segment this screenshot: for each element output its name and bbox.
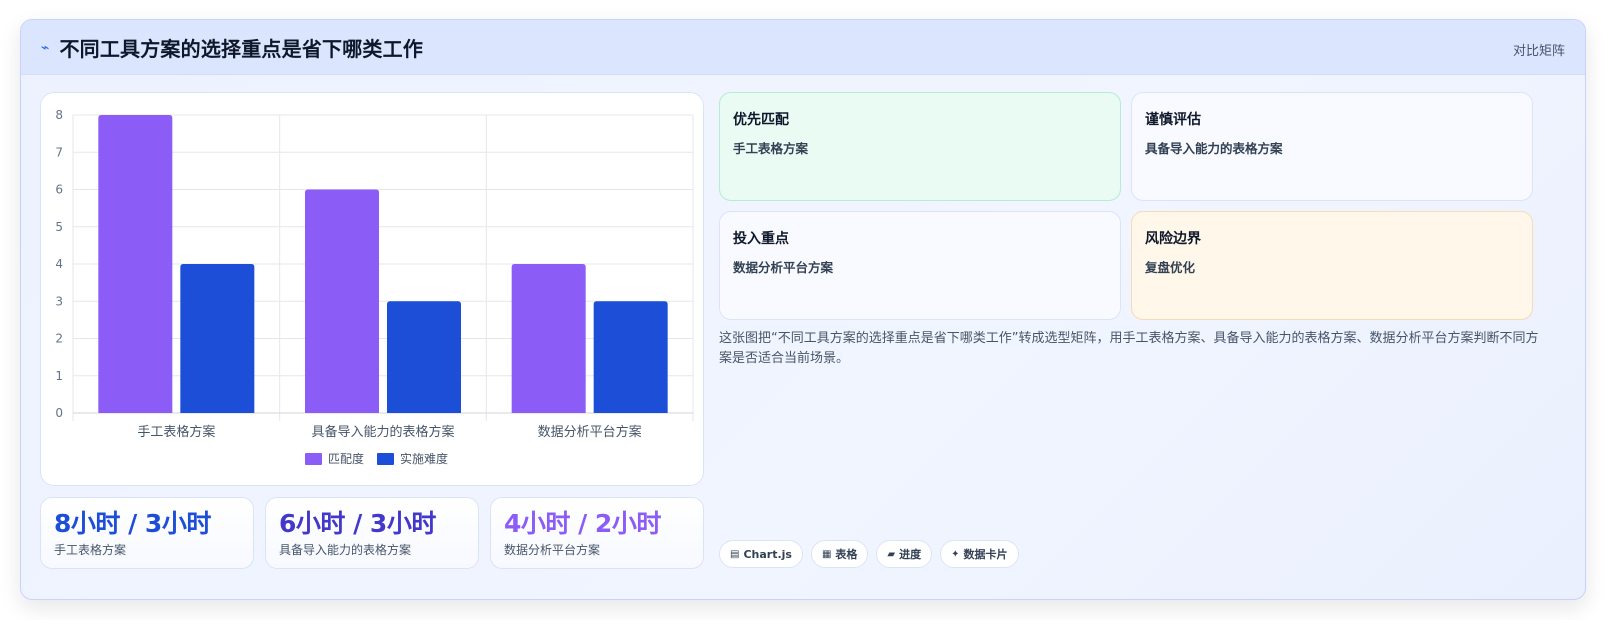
bar <box>305 189 379 413</box>
tag-progress[interactable]: ▰ 进度 <box>876 540 933 568</box>
table-icon: ▦ <box>821 548 832 560</box>
matrix-card-value: 数据分析平台方案 <box>733 260 834 275</box>
bar-chart: 0 1 2 3 4 5 6 7 8 手工表格方案 具备导入能力的表格方案 数据分析平台方案匹配度 实施难… <box>55 108 694 466</box>
panel-header: ⌁ 不同工具方案的选择重点是省下哪类工作 对比矩阵 <box>21 20 1585 75</box>
matrix-card-value: 具备导入能力的表格方案 <box>1145 141 1283 156</box>
tag-chartjs[interactable]: ▤ Chart.js <box>719 540 803 568</box>
matrix-card-caution: 谨慎评估 具备导入能力的表格方案 <box>1131 92 1533 201</box>
tag-label: 数据卡片 <box>963 548 1008 561</box>
bar <box>180 264 255 413</box>
progress-icon: ▰ <box>887 548 896 560</box>
trend-icon: ⌁ <box>41 40 50 56</box>
legend-swatch <box>305 453 322 465</box>
chart-description: 这张图把“不同工具方案的选择重点是省下哪类工作”转成选型矩阵，用手工表格方案、具… <box>719 331 1539 366</box>
matrix-card-value: 复盘优化 <box>1145 260 1196 275</box>
stat-card-manual: 8小时 / 3小时 手工表格方案 <box>40 497 254 569</box>
tag-data-cards[interactable]: ✦ 数据卡片 <box>940 540 1019 568</box>
y-tick-label: 1 <box>55 369 63 383</box>
bar <box>511 264 586 413</box>
stat-value: 8小时 / 3小时 <box>54 509 211 538</box>
page-title: 不同工具方案的选择重点是省下哪类工作 <box>59 36 424 61</box>
matrix-card-title: 优先匹配 <box>733 112 789 128</box>
y-tick-label: 5 <box>55 220 63 234</box>
matrix-card-title: 谨慎评估 <box>1145 112 1201 128</box>
stat-value: 4小时 / 2小时 <box>504 509 661 538</box>
tag-label: 进度 <box>899 548 922 561</box>
main-panel: ⌁ 不同工具方案的选择重点是省下哪类工作 对比矩阵 0 1 2 3 4 5 6 7 8 手工表格方… <box>20 19 1586 600</box>
stat-label: 数据分析平台方案 <box>504 543 601 557</box>
stat-card-platform: 4小时 / 2小时 数据分析平台方案 <box>490 497 704 569</box>
legend-label: 匹配度 <box>328 451 364 466</box>
matrix-card-priority: 优先匹配 手工表格方案 <box>719 92 1121 201</box>
y-tick-label: 8 <box>55 108 63 122</box>
stat-label: 具备导入能力的表格方案 <box>279 543 412 557</box>
chart-icon: ▤ <box>730 548 740 560</box>
legend-swatch <box>377 453 394 465</box>
chart-card: 0 1 2 3 4 5 6 7 8 手工表格方案 具备导入能力的表格方案 数据分析平台方案匹配度 实施难… <box>40 92 704 486</box>
tag-table[interactable]: ▦ 表格 <box>810 540 869 568</box>
matrix-card-value: 手工表格方案 <box>733 141 809 156</box>
tag-label: 表格 <box>835 548 858 561</box>
stat-label: 手工表格方案 <box>54 543 127 557</box>
matrix-card-risk: 风险边界 复盘优化 <box>1131 211 1533 320</box>
stat-card-import: 6小时 / 3小时 具备导入能力的表格方案 <box>265 497 479 569</box>
y-tick-label: 6 <box>55 183 63 197</box>
x-tick-label: 手工表格方案 <box>137 424 215 440</box>
tag-list: ▤ Chart.js ▦ 表格 ▰ 进度 ✦ 数据卡片 <box>719 540 1019 568</box>
matrix-card-title: 投入重点 <box>733 231 789 247</box>
sparkle-icon: ✦ <box>951 548 960 560</box>
y-tick-label: 7 <box>55 145 63 159</box>
y-tick-label: 0 <box>55 406 63 420</box>
stat-value: 6小时 / 3小时 <box>279 509 436 538</box>
tag-label: Chart.js <box>743 547 792 561</box>
view-mode-label: 对比矩阵 <box>1512 44 1565 59</box>
y-tick-label: 2 <box>55 332 63 346</box>
bar <box>98 115 173 413</box>
matrix-card-title: 风险边界 <box>1145 231 1201 247</box>
legend-label: 实施难度 <box>400 451 448 466</box>
x-tick-label: 具备导入能力的表格方案 <box>311 424 454 440</box>
y-tick-label: 3 <box>55 294 63 308</box>
bar <box>387 301 461 413</box>
x-tick-label: 数据分析平台方案 <box>538 424 642 440</box>
matrix-card-investment: 投入重点 数据分析平台方案 <box>719 211 1121 320</box>
bar <box>593 301 668 413</box>
y-tick-label: 4 <box>55 257 63 271</box>
